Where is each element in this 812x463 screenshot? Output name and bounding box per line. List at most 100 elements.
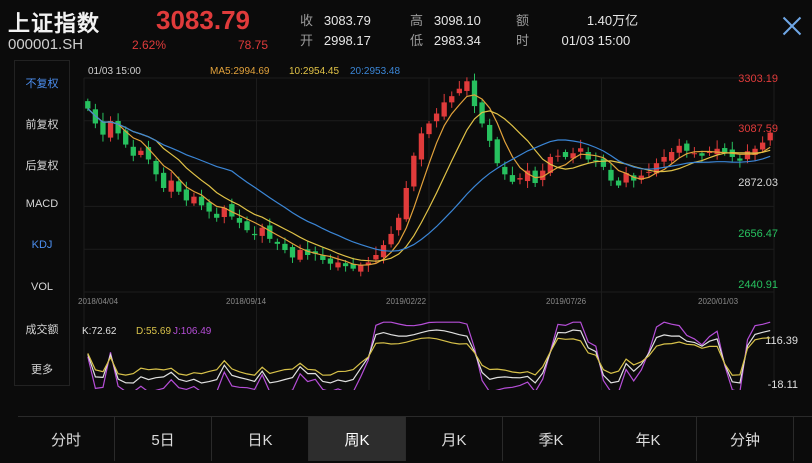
current-price: 3083.79	[156, 5, 250, 35]
candle-body	[358, 264, 364, 272]
kdj-y-top: 116.39	[765, 335, 798, 347]
candle-body	[191, 196, 197, 204]
sidebar-item-backward-adjust[interactable]: 后复权	[15, 157, 69, 173]
candle-body	[502, 166, 508, 175]
kdj-y-bottom: -18.11	[768, 379, 798, 390]
candle-body	[335, 262, 341, 268]
sidebar-item-macd[interactable]: MACD	[15, 198, 69, 210]
candle-body	[767, 132, 773, 141]
index-name: 上证指数	[8, 11, 101, 36]
kdj-j-label: J:106.49	[173, 326, 212, 337]
indicator-sidebar: 不复权 前复权 后复权 MACD KDJ VOL 成交额 更多	[14, 60, 70, 386]
candle-body	[411, 155, 417, 187]
stat-low: 低 2983.34	[410, 33, 481, 48]
candle-body	[282, 243, 288, 251]
candle-body	[403, 187, 409, 220]
candle-body	[160, 172, 167, 188]
sidebar-item-forward-adjust[interactable]: 前复权	[15, 116, 69, 132]
kdj-d-label: D:55.69	[136, 326, 171, 337]
candle-body	[107, 120, 114, 138]
candle-body	[198, 196, 205, 206]
candle-body	[426, 123, 432, 135]
kdj-k-label: K:72.62	[82, 326, 117, 337]
candle-body	[259, 227, 265, 236]
candle-body	[509, 175, 516, 182]
candle-body	[115, 120, 121, 134]
stat-time: 时 01/03 15:00	[516, 33, 631, 48]
x-tick-1: 2018/04/04	[78, 297, 119, 306]
kline-chart-svg: 01/03 15:00 MA5:2994.69 10:2954.45 20:29…	[72, 60, 812, 393]
candle-body	[418, 133, 425, 160]
candle-body	[168, 180, 174, 192]
candle-body	[214, 213, 220, 218]
sidebar-item-turnover[interactable]: 成交额	[15, 321, 69, 337]
candle-body	[85, 101, 91, 109]
candle-body	[441, 102, 447, 117]
tab-quarterly[interactable]: 季K	[503, 417, 600, 461]
candle-body	[100, 121, 106, 135]
tab-intraday[interactable]: 分时	[18, 417, 115, 461]
candle-body	[494, 139, 500, 164]
kline-chart-area[interactable]: 01/03 15:00 MA5:2994.69 10:2954.45 20:29…	[72, 60, 812, 393]
tab-yearly[interactable]: 年K	[600, 417, 697, 461]
x-tick-2: 2018/09/14	[226, 297, 267, 306]
candle-body	[449, 96, 455, 103]
candle-body	[456, 88, 462, 94]
candle-body	[668, 152, 675, 161]
period-tabs: 分时 5日 日K 周K 月K 季K 年K 分钟	[18, 416, 812, 461]
candle-body	[759, 142, 766, 150]
candle-body	[699, 153, 705, 156]
candle-body	[244, 221, 250, 231]
x-tick-4: 2019/07/26	[546, 297, 587, 306]
quote-header: 上证指数 000001.SH 3083.79 2.62% 78.75 收 308…	[0, 0, 812, 58]
candle-body	[297, 250, 303, 260]
candle-body	[471, 80, 478, 107]
tab-weekly[interactable]: 周K	[309, 417, 406, 461]
tab-minute[interactable]: 分钟	[697, 417, 794, 461]
stat-close: 收 3083.79	[300, 13, 371, 28]
ma5-label: MA5:2994.69	[210, 66, 270, 77]
sidebar-item-vol[interactable]: VOL	[15, 281, 69, 293]
candle-body	[138, 150, 144, 155]
candle-body	[130, 146, 136, 156]
candle-body	[562, 152, 569, 157]
x-tick-3: 2019/02/22	[386, 297, 427, 306]
candle-body	[236, 218, 243, 223]
candle-body	[388, 233, 394, 245]
candle-body	[183, 189, 190, 201]
y-tick-1: 3303.19	[738, 73, 778, 85]
ma20-label: 20:2953.48	[350, 66, 400, 77]
y-tick-3: 2872.03	[738, 177, 778, 189]
candle-body	[577, 148, 584, 152]
candle-body	[464, 81, 470, 91]
candle-body	[684, 143, 690, 151]
change-percent: 2.62%	[132, 38, 167, 52]
stat-high: 高 3098.10	[410, 13, 481, 28]
candle-body	[615, 180, 622, 186]
candle-body	[737, 158, 743, 161]
change-value: 78.75	[238, 38, 269, 52]
candle-body	[327, 258, 334, 264]
chart-time: 01/03 15:00	[88, 66, 141, 77]
sidebar-item-more[interactable]: 更多	[15, 361, 69, 377]
close-icon[interactable]	[780, 14, 804, 38]
sidebar-item-kdj[interactable]: KDJ	[15, 239, 69, 251]
candle-body	[373, 254, 379, 260]
candle-body	[176, 181, 182, 192]
ma10-label: 10:2954.45	[289, 66, 339, 77]
candle-body	[676, 145, 682, 153]
candle-body	[274, 241, 281, 244]
candle-body	[487, 124, 493, 141]
candle-body	[251, 233, 258, 236]
candle-body	[646, 171, 652, 173]
candle-body	[661, 156, 667, 162]
tab-daily[interactable]: 日K	[212, 417, 309, 461]
candle-body	[555, 155, 561, 157]
candle-body	[206, 202, 212, 212]
candle-body	[585, 152, 591, 160]
candle-body	[433, 113, 440, 122]
stat-amount: 额 1.40万亿	[516, 13, 639, 28]
tab-monthly[interactable]: 月K	[406, 417, 503, 461]
tab-5day[interactable]: 5日	[115, 417, 212, 461]
sidebar-item-no-adjust[interactable]: 不复权	[15, 75, 69, 91]
